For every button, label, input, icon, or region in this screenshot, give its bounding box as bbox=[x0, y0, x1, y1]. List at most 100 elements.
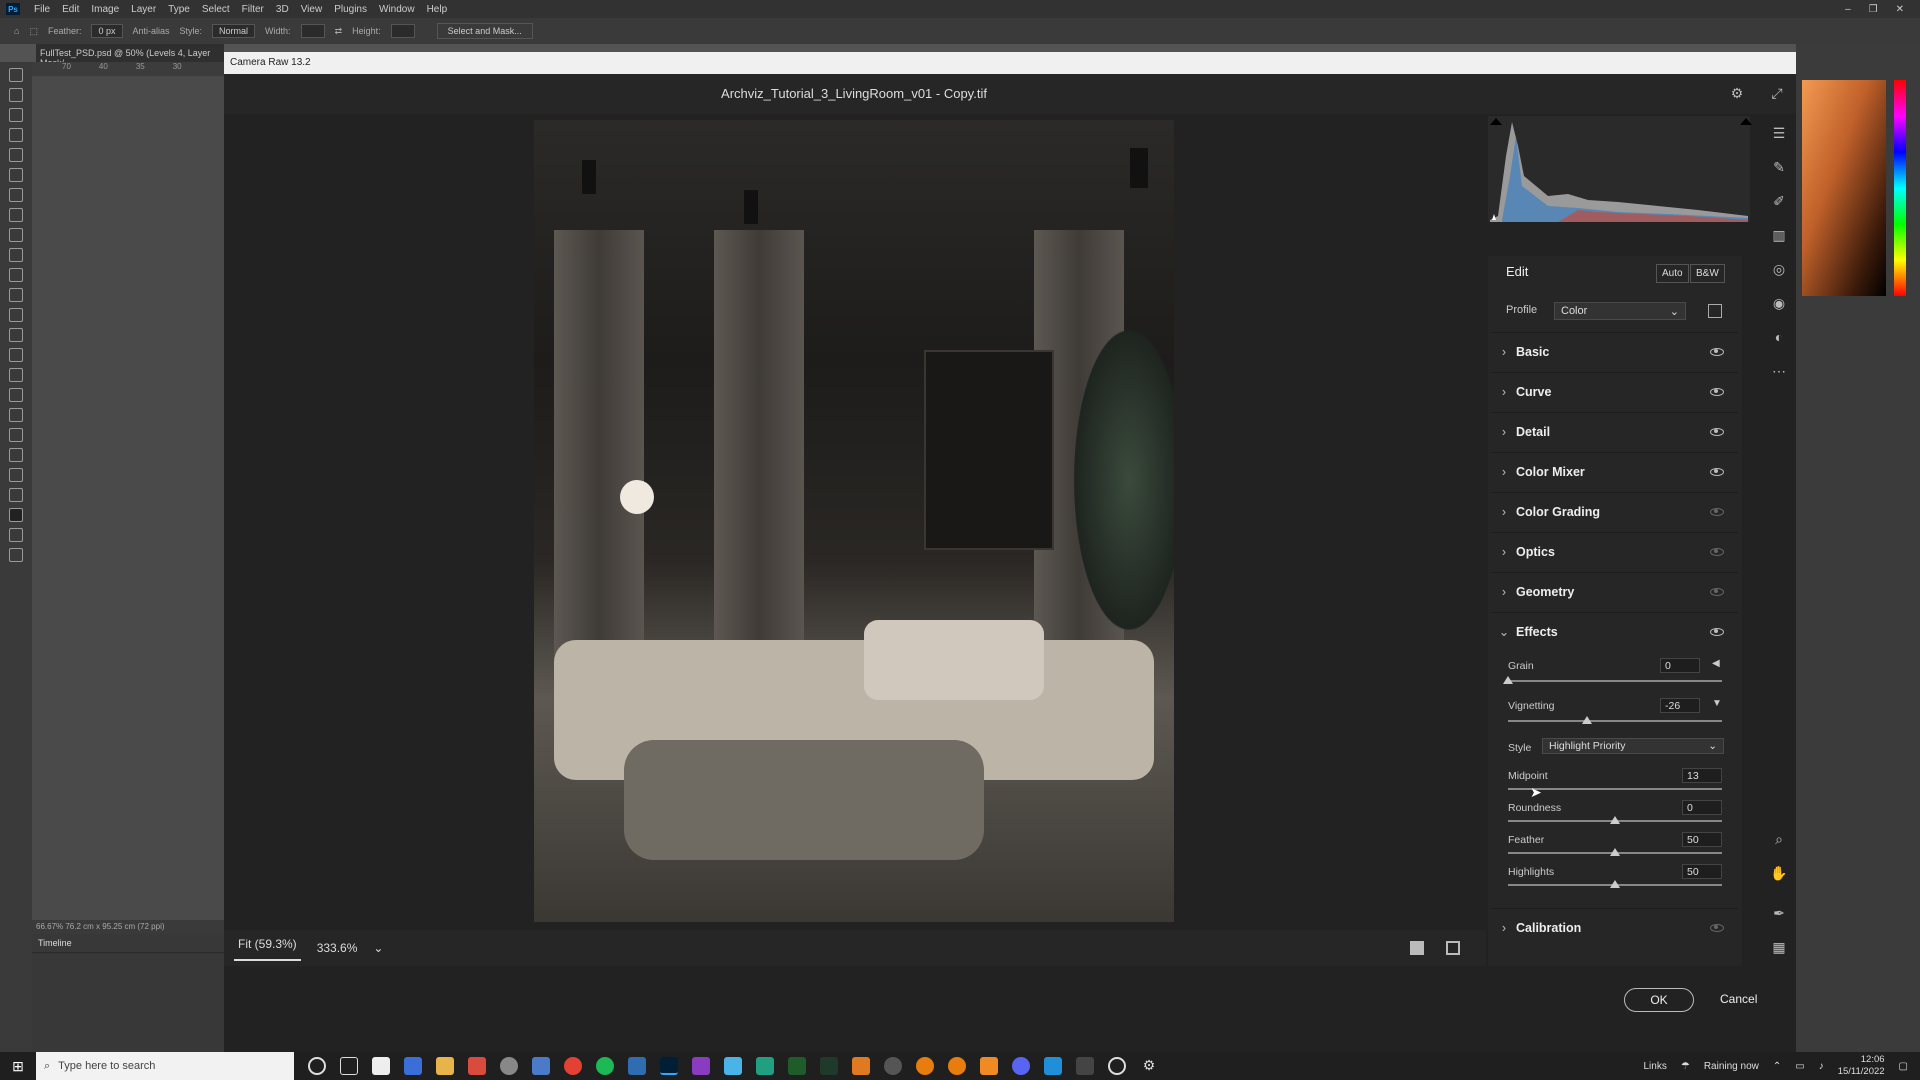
more-tools-icon[interactable] bbox=[9, 488, 23, 502]
frame-icon[interactable] bbox=[9, 168, 23, 182]
menu-plugins[interactable]: Plugins bbox=[328, 4, 373, 15]
clock[interactable]: 12:06 15/11/2022 bbox=[1838, 1054, 1885, 1078]
stamp-icon[interactable] bbox=[9, 248, 23, 262]
app-icon[interactable] bbox=[468, 1057, 486, 1075]
blender-icon[interactable] bbox=[916, 1057, 934, 1075]
volume-icon[interactable]: ♪ bbox=[1819, 1061, 1824, 1072]
auto-button[interactable]: Auto bbox=[1656, 264, 1689, 283]
document-tab[interactable]: FullTest_PSD.psd @ 50% (Levels 4, Layer … bbox=[36, 44, 224, 68]
feather-input[interactable]: 0 px bbox=[91, 24, 123, 38]
crop-icon[interactable] bbox=[9, 148, 23, 162]
section-color-mixer[interactable]: › Color Mixer bbox=[1492, 452, 1738, 490]
feather-slider-thumb[interactable] bbox=[1610, 848, 1620, 856]
eye-icon[interactable] bbox=[1710, 467, 1724, 476]
lasso-icon[interactable] bbox=[9, 108, 23, 122]
vignetting-track[interactable] bbox=[1508, 720, 1722, 722]
brush-icon[interactable] bbox=[9, 228, 23, 242]
magic-wand-icon[interactable] bbox=[9, 128, 23, 142]
zoom-icon[interactable]: ⌕ bbox=[1770, 830, 1788, 848]
gear-icon[interactable]: ⚙ bbox=[1728, 84, 1746, 102]
more-icon[interactable]: ⋯ bbox=[1770, 362, 1788, 380]
section-optics[interactable]: › Optics bbox=[1492, 532, 1738, 570]
path-select-icon[interactable] bbox=[9, 408, 23, 422]
red-eye-icon[interactable]: ◉ bbox=[1770, 294, 1788, 312]
color-picker-field[interactable] bbox=[1802, 80, 1886, 296]
width-input[interactable] bbox=[300, 24, 325, 38]
collapse-down-icon[interactable]: ▼ bbox=[1712, 698, 1722, 709]
grain-value[interactable]: 0 bbox=[1660, 658, 1700, 673]
app-icon[interactable] bbox=[724, 1057, 742, 1075]
rectangle-icon[interactable] bbox=[9, 428, 23, 442]
eye-icon[interactable] bbox=[1710, 627, 1724, 636]
chrome-icon[interactable] bbox=[564, 1057, 582, 1075]
grain-slider-thumb[interactable] bbox=[1503, 676, 1513, 684]
section-effects[interactable]: ⌄ Effects bbox=[1492, 612, 1738, 650]
vignetting-slider-thumb[interactable] bbox=[1582, 716, 1593, 724]
hand-icon[interactable] bbox=[9, 448, 23, 462]
section-basic[interactable]: › Basic bbox=[1492, 332, 1738, 370]
cancel-button[interactable]: Cancel bbox=[1720, 992, 1757, 1006]
eye-icon[interactable] bbox=[1710, 387, 1724, 396]
menu-filter[interactable]: Filter bbox=[236, 4, 270, 15]
menu-3d[interactable]: 3D bbox=[270, 4, 295, 15]
notion-icon[interactable] bbox=[372, 1057, 390, 1075]
app-icon[interactable] bbox=[628, 1057, 646, 1075]
network-icon[interactable]: ▭ bbox=[1795, 1061, 1804, 1072]
section-color-grading[interactable]: › Color Grading bbox=[1492, 492, 1738, 530]
screen-mode-icon[interactable] bbox=[9, 548, 23, 562]
file-explorer-icon[interactable] bbox=[436, 1057, 454, 1075]
task-view-icon[interactable] bbox=[340, 1057, 358, 1075]
midpoint-value[interactable]: 13 bbox=[1682, 768, 1722, 783]
mask-brush-icon[interactable]: ✐ bbox=[1770, 192, 1788, 210]
marquee-icon[interactable] bbox=[9, 88, 23, 102]
menu-window[interactable]: Window bbox=[373, 4, 421, 15]
app-icon[interactable] bbox=[692, 1057, 710, 1075]
chevron-down-icon[interactable]: ⌄ bbox=[373, 941, 383, 955]
eye-icon[interactable] bbox=[1710, 923, 1724, 932]
single-view-icon[interactable] bbox=[1410, 941, 1424, 955]
profile-select[interactable]: Color ⌄ bbox=[1554, 302, 1686, 320]
sync-icon[interactable] bbox=[1108, 1057, 1126, 1075]
menu-view[interactable]: View bbox=[295, 4, 329, 15]
history-brush-icon[interactable] bbox=[9, 268, 23, 282]
menu-image[interactable]: Image bbox=[85, 4, 125, 15]
substance-designer-icon[interactable] bbox=[788, 1057, 806, 1075]
chevron-up-icon[interactable]: ⌃ bbox=[1773, 1061, 1781, 1072]
select-and-mask-button[interactable]: Select and Mask... bbox=[436, 23, 533, 39]
photoshop-icon[interactable] bbox=[660, 1057, 678, 1075]
section-calibration[interactable]: › Calibration bbox=[1492, 908, 1738, 946]
minimize-icon[interactable]: – bbox=[1845, 4, 1851, 15]
settings-gear-icon[interactable]: ⚙ bbox=[1140, 1057, 1158, 1075]
feather-value[interactable]: 50 bbox=[1682, 832, 1722, 847]
expand-left-icon[interactable]: ◀ bbox=[1712, 658, 1720, 669]
swap-icon[interactable]: ⇄ bbox=[335, 26, 343, 37]
blur-icon[interactable] bbox=[9, 328, 23, 342]
restore-icon[interactable]: ❐ bbox=[1869, 4, 1878, 15]
foreground-color-icon[interactable] bbox=[9, 508, 23, 522]
style-select[interactable]: Normal bbox=[212, 24, 256, 38]
gradient-icon[interactable] bbox=[9, 308, 23, 322]
section-detail[interactable]: › Detail bbox=[1492, 412, 1738, 450]
hand-icon[interactable]: ✋ bbox=[1770, 864, 1788, 882]
menu-select[interactable]: Select bbox=[196, 4, 236, 15]
highlight-clipping-icon[interactable] bbox=[1740, 118, 1752, 125]
sampler-icon[interactable]: ✒ bbox=[1770, 904, 1788, 922]
home-icon[interactable]: ⌂ bbox=[14, 26, 19, 36]
close-icon[interactable]: ✕ bbox=[1896, 4, 1904, 15]
timeline-title[interactable]: Timeline bbox=[32, 934, 224, 953]
section-geometry[interactable]: › Geometry bbox=[1492, 572, 1738, 610]
app-icon[interactable] bbox=[500, 1057, 518, 1075]
blender-icon[interactable] bbox=[948, 1057, 966, 1075]
menu-edit[interactable]: Edit bbox=[56, 4, 85, 15]
app-icon[interactable] bbox=[852, 1057, 870, 1075]
vignetting-value[interactable]: -26 bbox=[1660, 698, 1700, 713]
taskbar-search[interactable]: ⌕ Type here to search bbox=[36, 1052, 294, 1080]
eye-icon[interactable] bbox=[1710, 507, 1724, 516]
vlc-icon[interactable] bbox=[980, 1057, 998, 1075]
menu-file[interactable]: File bbox=[28, 4, 56, 15]
notifications-icon[interactable]: ▢ bbox=[1899, 1061, 1908, 1072]
zoom-level[interactable]: 333.6% bbox=[317, 941, 358, 955]
calculator-icon[interactable] bbox=[404, 1057, 422, 1075]
app-icon[interactable] bbox=[1044, 1057, 1062, 1075]
quick-mask-icon[interactable] bbox=[9, 528, 23, 542]
